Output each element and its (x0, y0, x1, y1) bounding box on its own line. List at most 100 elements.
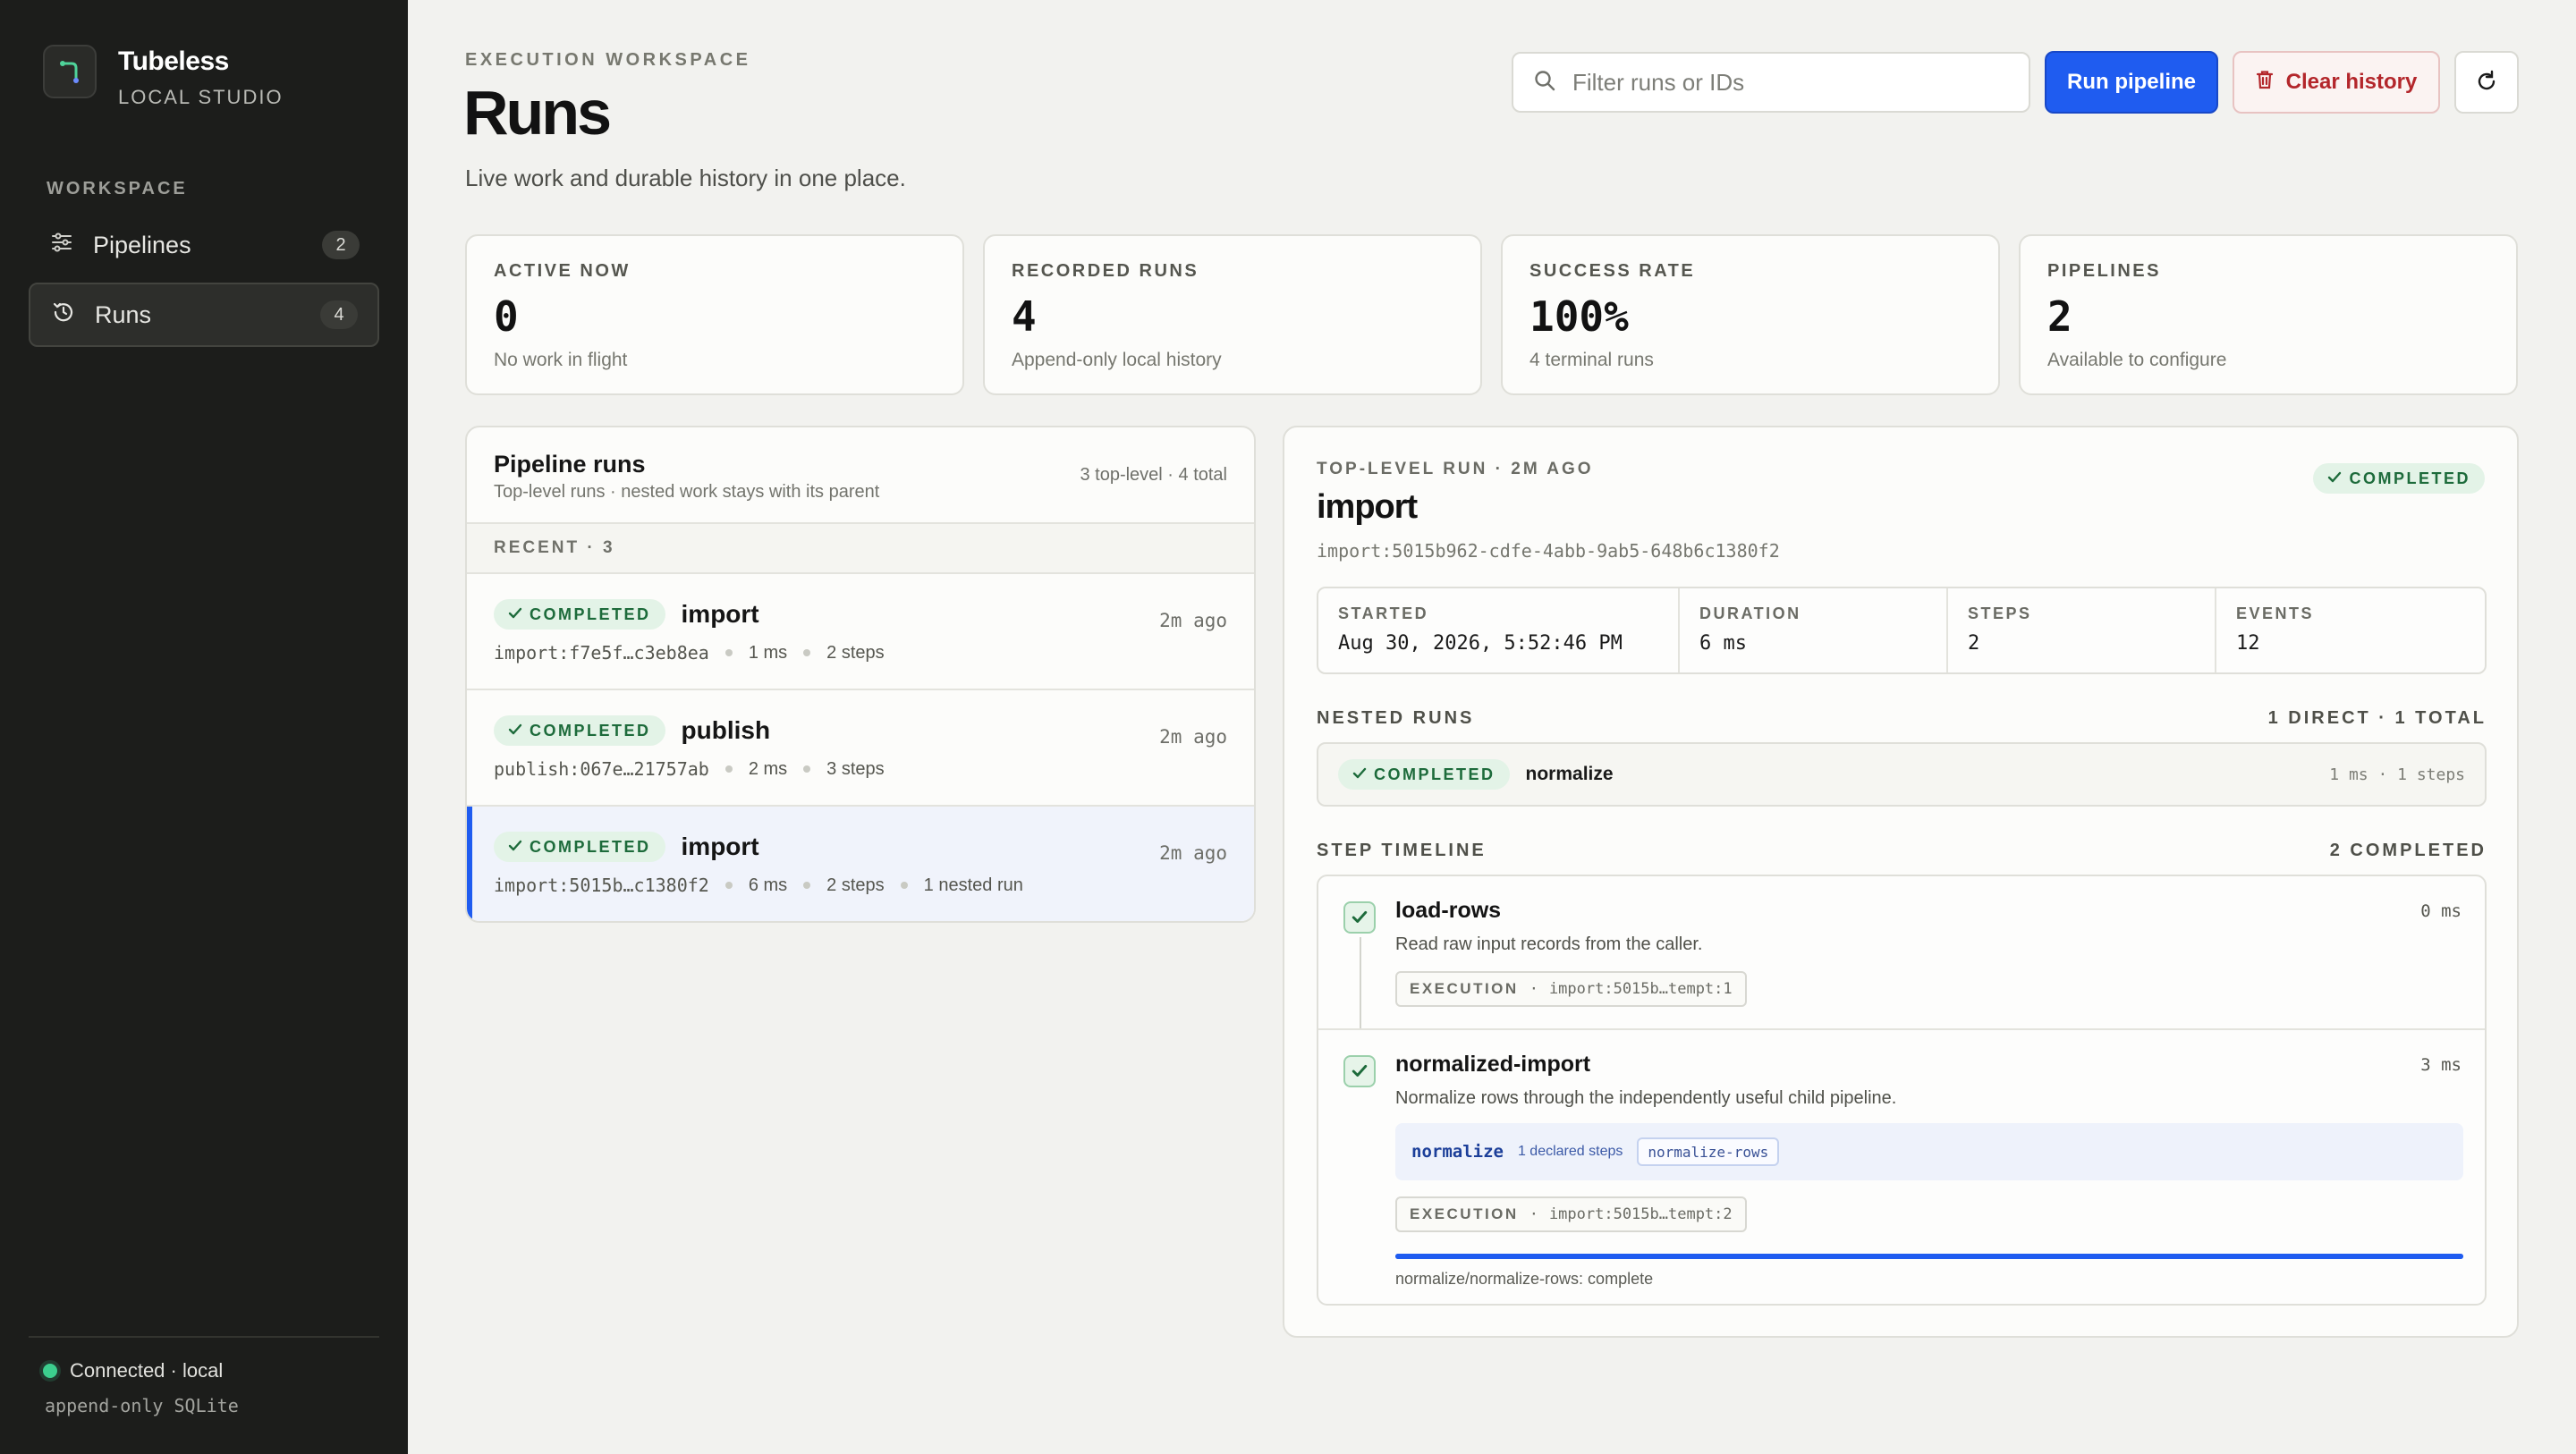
execution-tag: EXECUTION · import:5015b…tempt:1 (1395, 971, 1747, 1007)
sidebar-divider (29, 1336, 379, 1338)
fact-value: 2 (1968, 632, 1980, 655)
fact-steps: STEPS 2 (1948, 588, 2216, 672)
stat-value: 2 (2047, 292, 2072, 341)
step-timeline-summary: 2 COMPLETED (2329, 841, 2487, 860)
run-nested-count: 1 nested run (923, 875, 1023, 895)
sidebar-item-pipelines[interactable]: Pipelines 2 (29, 213, 379, 277)
step-name: load-rows (1395, 898, 1502, 923)
check-icon (508, 605, 522, 624)
step-timeline: load-rows 0 ms Read raw input records fr… (1317, 875, 2487, 1306)
step-description: Normalize rows through the independently… (1395, 1088, 1897, 1108)
run-name: publish (681, 716, 771, 744)
page-title: Runs (463, 78, 612, 148)
clear-history-button[interactable]: Clear history (2233, 51, 2440, 114)
step-progress-label: normalize/normalize-rows: complete (1395, 1270, 1654, 1288)
stat-value: 0 (494, 292, 519, 341)
step-progress-bar (1395, 1254, 2463, 1259)
run-id: import:f7e5f…c3eb8ea (494, 642, 709, 664)
pipeline-runs-panel: Pipeline runs Top-level runs · nested wo… (465, 426, 1256, 923)
separator-dot (803, 765, 811, 773)
separator-dot (724, 882, 733, 889)
step-name: normalized-import (1395, 1052, 1591, 1077)
sidebar-item-count: 2 (322, 231, 360, 259)
separator-dot: · (1529, 980, 1538, 998)
stat-sub: Available to configure (2047, 350, 2227, 370)
run-name: import (681, 833, 759, 860)
fact-label: DURATION (1699, 604, 1801, 622)
fact-label: STEPS (1968, 604, 2032, 622)
step-timeline-header: STEP TIMELINE 2 COMPLETED (1317, 841, 2487, 861)
run-name: import (681, 600, 759, 628)
recent-group-label: RECENT · 3 (467, 524, 1254, 574)
detail-eyebrow: TOP-LEVEL RUN · 2M AGO (1317, 460, 1594, 478)
status-badge-label: COMPLETED (530, 721, 651, 740)
fact-label: STARTED (1338, 604, 1429, 622)
sidebar-item-label: Pipelines (93, 231, 191, 258)
stat-card-active: ACTIVE NOW 0 No work in flight (465, 234, 964, 395)
fact-started: STARTED Aug 30, 2026, 5:52:46 PM (1318, 588, 1680, 672)
page-subtitle: Live work and durable history in one pla… (465, 165, 906, 191)
sidebar-section-label: WORKSPACE (47, 179, 188, 199)
sidebar-item-runs[interactable]: Runs 4 (29, 283, 379, 347)
sidebar-item-label: Runs (95, 300, 152, 328)
separator-dot (724, 649, 733, 656)
refresh-button[interactable] (2454, 51, 2519, 114)
nested-run-meta: 1 ms · 1 steps (2329, 765, 2465, 784)
run-row-selected[interactable]: COMPLETED import 2m ago import:5015b…c13… (467, 807, 1254, 921)
run-id: import:5015b…c1380f2 (494, 875, 709, 896)
fact-events: EVENTS 12 (2216, 588, 2485, 672)
status-badge-label: COMPLETED (530, 837, 651, 856)
step-timeline-label: STEP TIMELINE (1317, 841, 1487, 860)
stat-sub: Append-only local history (1012, 350, 1222, 370)
run-ago: 2m ago (1159, 610, 1227, 631)
run-row[interactable]: COMPLETED publish 2m ago publish:067e…21… (467, 690, 1254, 807)
step-progress-fill (1395, 1254, 2463, 1259)
check-icon (1352, 765, 1367, 784)
fact-label: EVENTS (2236, 604, 2315, 622)
nested-runs-summary: 1 DIRECT · 1 TOTAL (2267, 708, 2487, 728)
run-pipeline-button[interactable]: Run pipeline (2045, 51, 2218, 114)
execution-tag: EXECUTION · import:5015b…tempt:2 (1395, 1196, 1747, 1232)
stat-sub: No work in flight (494, 350, 628, 370)
logo-icon (43, 45, 97, 98)
run-ago: 2m ago (1159, 726, 1227, 748)
runs-panel-header: Pipeline runs Top-level runs · nested wo… (467, 427, 1254, 524)
status-badge: COMPLETED (494, 599, 665, 630)
search-box (1512, 52, 2030, 113)
brand: Tubeless LOCAL STUDIO (43, 45, 284, 109)
step-duration: 0 ms (2420, 901, 2462, 921)
stat-label: ACTIVE NOW (494, 261, 631, 281)
check-icon (508, 838, 522, 857)
step-duration: 3 ms (2420, 1055, 2462, 1075)
run-ago: 2m ago (1159, 842, 1227, 864)
child-pipeline-name: normalize (1411, 1142, 1504, 1162)
separator-dot (900, 882, 908, 889)
check-icon (2327, 469, 2342, 488)
stat-label: SUCCESS RATE (1530, 261, 1696, 281)
fact-value: 6 ms (1699, 632, 1747, 655)
fact-value: 12 (2236, 632, 2260, 655)
search-input[interactable] (1572, 68, 2009, 97)
run-steps: 2 steps (826, 875, 885, 895)
status-badge-label: COMPLETED (2349, 469, 2470, 487)
trash-icon (2256, 70, 2274, 96)
stat-card-recorded: RECORDED RUNS 4 Append-only local histor… (983, 234, 1482, 395)
nested-run-row[interactable]: COMPLETED normalize 1 ms · 1 steps (1317, 742, 2487, 807)
run-duration: 6 ms (748, 875, 788, 895)
separator-dot: · (1529, 1205, 1538, 1223)
status-badge-label: COMPLETED (530, 604, 651, 623)
stat-value: 4 (1012, 292, 1037, 341)
sidebar: Tubeless LOCAL STUDIO WORKSPACE Pipeline… (0, 0, 408, 1454)
stat-value: 100% (1530, 292, 1629, 341)
fact-value: Aug 30, 2026, 5:52:46 PM (1338, 632, 1623, 655)
run-steps: 2 steps (826, 642, 885, 663)
status-badge: COMPLETED (494, 715, 665, 746)
child-pipeline-steps: 1 declared steps (1517, 1144, 1623, 1159)
child-pipeline-box[interactable]: normalize 1 declared steps normalize-row… (1395, 1123, 2463, 1180)
run-facts: STARTED Aug 30, 2026, 5:52:46 PM DURATIO… (1317, 587, 2487, 674)
detail-title: import (1317, 488, 1418, 526)
sliders-icon (50, 231, 73, 260)
run-duration: 1 ms (748, 642, 788, 663)
run-row[interactable]: COMPLETED import 2m ago import:f7e5f…c3e… (467, 574, 1254, 690)
stat-label: RECORDED RUNS (1012, 261, 1199, 281)
